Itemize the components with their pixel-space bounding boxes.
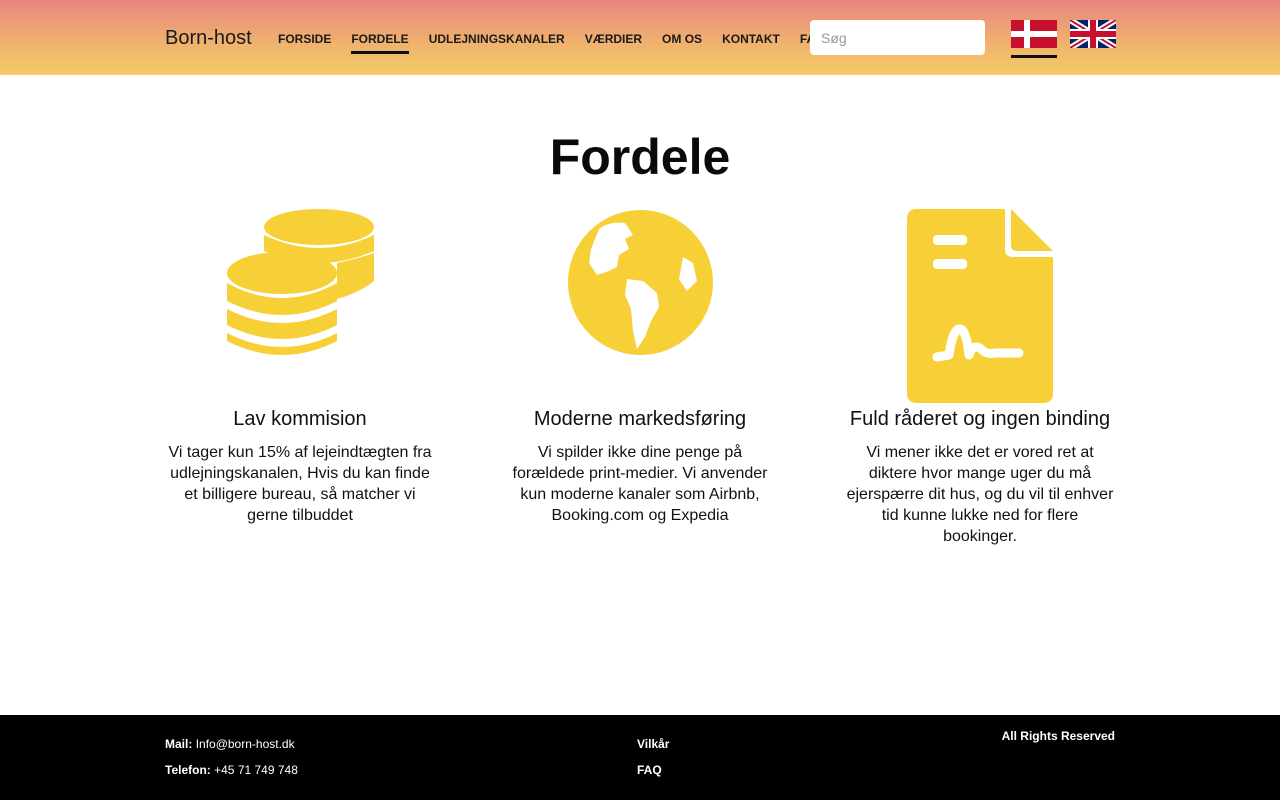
danish-flag-icon[interactable] (1011, 20, 1057, 48)
phone-value[interactable]: +45 71 749 748 (214, 763, 298, 777)
mail-value[interactable]: Info@born-host.dk (196, 737, 295, 751)
coins-icon (227, 209, 374, 355)
search-input[interactable] (810, 20, 985, 55)
footer-link-vilkar[interactable]: Vilkår (637, 737, 669, 751)
uk-flag-icon[interactable] (1070, 20, 1116, 48)
nav-item-forside[interactable]: FORSIDE (278, 32, 331, 54)
nav-item-fordele[interactable]: FORDELE (351, 32, 410, 54)
brand-logo[interactable]: Born-host (165, 27, 252, 50)
site-header: Born-host FORSIDE FORDELE UDLEJNINGSKANA… (0, 0, 1280, 75)
phone-label: Telefon: (165, 763, 211, 777)
footer-link-faq[interactable]: FAQ (637, 763, 662, 777)
footer-mail: Mail: Info@born-host.dk (165, 737, 295, 751)
site-footer: Mail: Info@born-host.dk Telefon: +45 71 … (0, 715, 1280, 800)
feature-text: Vi mener ikke det er vored ret at dikter… (846, 444, 1114, 545)
nav-item-kontakt[interactable]: KONTAKT (722, 32, 780, 54)
nav-item-udlejningskanaler[interactable]: UDLEJNINGSKANALER (429, 32, 565, 54)
feature-heading: Lav kommision (233, 408, 367, 430)
page-title: Fordele (549, 129, 731, 185)
nav-item-vaerdier[interactable]: VÆRDIER (585, 32, 642, 54)
main-nav: FORSIDE FORDELE UDLEJNINGSKANALER VÆRDIE… (278, 32, 825, 54)
feature-heading: Fuld råderet og ingen binding (849, 408, 1111, 430)
footer-rights: All Rights Reserved (1001, 729, 1115, 743)
feature-text: Vi tager kun 15% af lejeindtægten fra ud… (168, 444, 432, 524)
mail-label: Mail: (165, 737, 193, 751)
feature-heading: Moderne markedsføring (533, 408, 747, 430)
nav-item-om-os[interactable]: OM OS (662, 32, 702, 54)
footer-phone: Telefon: +45 71 749 748 (165, 763, 298, 777)
feature-text: Vi spilder ikke dine penge på forældede … (512, 444, 768, 524)
signed-document-icon (907, 209, 1053, 403)
globe-icon (568, 210, 713, 355)
active-language-indicator (1011, 55, 1057, 58)
